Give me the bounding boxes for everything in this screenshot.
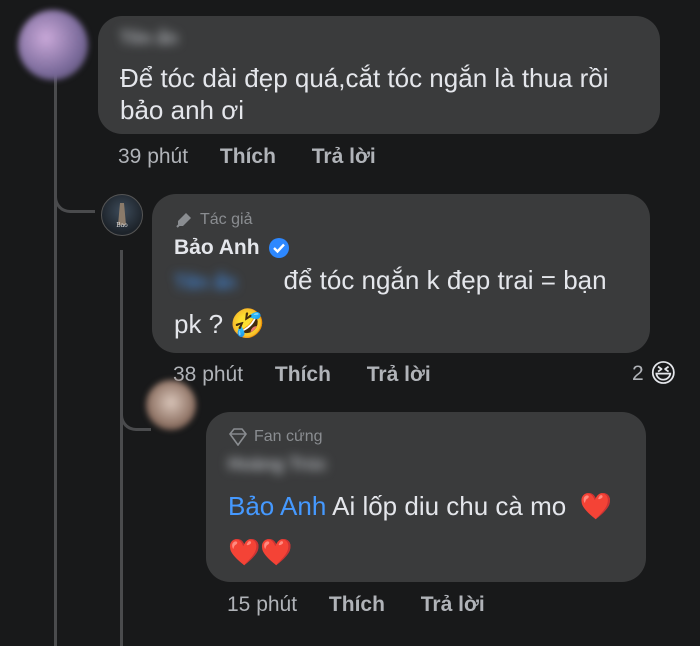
laugh-reaction-icon: 😆 [649, 358, 677, 388]
comment-mention[interactable]: Bảo Anh [228, 491, 326, 521]
like-button[interactable]: Thích [275, 363, 331, 386]
author-badge-label: Tác giả [200, 211, 253, 228]
heart-emoji: ❤️❤️ [228, 537, 293, 567]
comment-text: pk ? [174, 309, 224, 339]
comment-bubble: Fan cứng Hoàng Trúc Bảo Anh Ai lốp diu c… [206, 412, 646, 582]
rofl-emoji: 🤣 [230, 308, 266, 339]
avatar[interactable] [18, 10, 88, 80]
author-badge: Tác giả [174, 210, 252, 230]
fan-badge-label: Fan cứng [254, 428, 323, 445]
comment-author-name[interactable]: Tên ẩn [120, 28, 178, 49]
comment-mention[interactable]: Tên ẩn [174, 272, 236, 294]
comment-text-line2: bảo anh ơi [120, 95, 245, 125]
comment-text-line2: pk ? 🤣 [174, 304, 265, 344]
reply-button[interactable]: Trả lời [312, 145, 376, 168]
verified-badge-icon [268, 238, 289, 258]
comment-time: 39 phút [118, 145, 189, 168]
like-button[interactable]: Thích [220, 145, 276, 168]
reply-button[interactable]: Trả lời [367, 363, 431, 386]
comment-text: để tóc ngắn k đẹp trai = bạn [283, 265, 607, 295]
reply-button[interactable]: Trả lời [421, 593, 485, 616]
svg-text:Bao: Bao [116, 222, 128, 229]
comment-actions: 15 phút Thích Trả lời [227, 593, 485, 617]
comment-actions: 39 phút Thích Trả lời [118, 145, 376, 169]
thread-line-reply [120, 250, 123, 646]
heart-emoji: ❤️ [579, 491, 612, 521]
avatar[interactable] [146, 380, 196, 430]
comment-bubble: Tên ẩn Để tóc dài đẹp quá,cắt tóc ngắn l… [98, 16, 660, 134]
comment-text-line1: Tên ẩn để tóc ngắn k đẹp trai = bạn [174, 260, 607, 303]
comment-author: Bảo Anh [174, 236, 290, 260]
comment-text-line2: ❤️❤️ [228, 532, 293, 572]
comment-author-name[interactable]: Hoàng Trúc [228, 454, 327, 475]
avatar[interactable]: Bao [101, 194, 143, 236]
comment-actions: 38 phút Thích Trả lời [173, 363, 431, 387]
reaction-count: 2 [632, 361, 644, 385]
thread-line-main [54, 58, 57, 646]
like-button[interactable]: Thích [329, 593, 385, 616]
diamond-icon [228, 428, 248, 446]
comment-bubble: Tác giả Bảo Anh Tên ẩn để tóc ngắn k đẹp… [152, 194, 650, 353]
comment-author-name[interactable]: Bảo Anh [174, 236, 260, 260]
comment-text-line1: Bảo Anh Ai lốp diu chu cà mo ❤️ [228, 486, 612, 526]
comment-time: 15 phút [227, 593, 298, 616]
fan-badge: Fan cứng [228, 428, 323, 446]
thread-connector-reply1 [54, 180, 95, 213]
microphone-icon [176, 213, 191, 228]
comment-text: Ai lốp diu chu cà mo [326, 491, 567, 521]
reaction-summary[interactable]: 2 😆 [632, 358, 677, 389]
